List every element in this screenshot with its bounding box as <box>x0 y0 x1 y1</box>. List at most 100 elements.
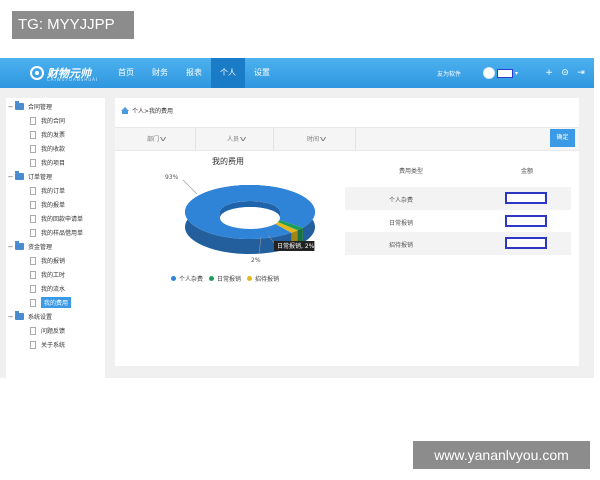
legend-item[interactable]: 招待报销 <box>247 274 279 283</box>
collapse-icon[interactable]: − <box>6 173 15 181</box>
legend-label: 个人杂费 <box>179 276 204 283</box>
tree-item[interactable]: 我的样品借用单 <box>6 227 105 238</box>
tree-item[interactable]: 关于系统 <box>6 339 105 350</box>
cell-expense-type: 日常报销 <box>389 220 414 227</box>
legend-label: 日常报销 <box>217 276 242 283</box>
file-icon <box>30 270 36 279</box>
file-icon <box>30 116 36 125</box>
table-row: 招待报销 <box>345 232 571 255</box>
tree-item-label: 我的样品借用单 <box>41 230 84 237</box>
expense-donut-chart: 93% 日常报销, 2% 2% <box>165 174 315 264</box>
legend-dot <box>209 276 215 281</box>
tree-group-label: 合同管理 <box>28 104 53 111</box>
legend-item[interactable]: 个人杂费 <box>171 274 203 283</box>
tree-group-label: 系统设置 <box>28 314 53 321</box>
avatar[interactable] <box>482 67 495 79</box>
tree-item-label: 我的报单 <box>41 202 66 209</box>
tree-item[interactable]: 我的回款申请单 <box>6 213 105 224</box>
tree-item-label: 我的回款申请单 <box>41 216 84 223</box>
tree-item[interactable]: 我的报销 <box>6 255 105 266</box>
tree-item[interactable]: 我的项目 <box>6 157 105 168</box>
user-name-box[interactable] <box>496 68 513 78</box>
logout-icon[interactable]: ⇥ <box>576 68 586 78</box>
legend-item[interactable]: 日常报销 <box>209 274 241 283</box>
slice-label: 2% <box>251 257 261 264</box>
folder-icon <box>15 101 24 110</box>
divider <box>273 128 274 150</box>
tree-item[interactable]: 我的收款 <box>6 143 105 154</box>
department-filter[interactable]: 部门 v <box>147 134 166 144</box>
watermark-tag-bottom: www.yananlvyou.com <box>413 441 590 469</box>
plus-icon[interactable]: + <box>544 68 554 78</box>
tree-item[interactable]: 问题反馈 <box>6 325 105 336</box>
amount-box <box>505 192 547 204</box>
tree-group-funds[interactable]: − 资金管理 <box>6 241 105 252</box>
cell-expense-type: 招待报销 <box>389 242 414 249</box>
tree-item[interactable]: 我的订单 <box>6 185 105 196</box>
amount-box <box>505 215 547 227</box>
nav-settings[interactable]: 设置 <box>245 58 279 88</box>
legend-label: 招待报销 <box>255 276 280 283</box>
lock-icon[interactable]: ⊝ <box>560 68 570 78</box>
tree-group-label: 订单管理 <box>28 174 53 181</box>
file-icon <box>30 228 36 237</box>
tree-item-label: 我的发票 <box>41 132 66 139</box>
tree-item[interactable]: 我的合同 <box>6 115 105 126</box>
tree-item[interactable]: 我的报单 <box>6 199 105 210</box>
cell-expense-type: 个人杂费 <box>389 197 414 204</box>
breadcrumb-text: 个人>我的费用 <box>132 108 174 115</box>
legend-dot <box>171 276 176 281</box>
nav-home[interactable]: 首页 <box>109 58 143 88</box>
legend-dot <box>247 276 253 281</box>
table-row: 个人杂费 <box>345 187 571 210</box>
chevron-down-icon: v <box>319 134 327 143</box>
divider <box>195 128 196 150</box>
nav-personal[interactable]: 个人 <box>211 58 245 88</box>
slice-label: 93% <box>165 174 179 181</box>
tree-group-system[interactable]: − 系统设置 <box>6 311 105 322</box>
tree-item[interactable]: 我的发票 <box>6 129 105 140</box>
collapse-icon[interactable]: − <box>6 243 15 251</box>
divider <box>355 128 356 150</box>
tree-group-orders[interactable]: − 订单管理 <box>6 171 105 182</box>
file-icon <box>30 130 36 139</box>
nav-finance[interactable]: 财务 <box>143 58 177 88</box>
nav-reports[interactable]: 报表 <box>177 58 211 88</box>
folder-icon <box>15 311 24 320</box>
time-filter[interactable]: 时间 v <box>307 134 327 144</box>
tree-item-label: 问题反馈 <box>41 328 66 335</box>
chevron-down-icon: v <box>239 134 247 143</box>
slice-label: 日常报销, 2% <box>277 242 315 250</box>
file-icon <box>30 284 36 293</box>
column-header-amount: 金额 <box>521 168 534 175</box>
watermark-tag-top: TG: MYYJJPP <box>12 11 134 39</box>
sidebar-tree: − 合同管理 我的合同 我的发票 我的收款 我的项目 − 订单管理 我的订单 我… <box>6 98 105 378</box>
breadcrumb: 个人>我的费用 <box>121 106 173 115</box>
friend-software-link[interactable]: 友为软件 <box>437 69 461 78</box>
tree-item-label: 我的费用 <box>41 297 72 308</box>
collapse-icon[interactable]: − <box>6 103 15 111</box>
logo-subtitle: CAIWUYUANSHUAI <box>47 77 99 82</box>
file-icon <box>30 214 36 223</box>
tree-item-label: 我的合同 <box>41 118 66 125</box>
amount-box <box>505 237 547 249</box>
tree-item-label: 我的流水 <box>41 286 66 293</box>
tree-item[interactable]: 我的工时 <box>6 269 105 280</box>
file-icon <box>30 144 36 153</box>
tree-item-my-expenses[interactable]: 我的费用 <box>6 297 105 308</box>
file-icon <box>30 158 36 167</box>
person-filter[interactable]: 人员 v <box>227 134 247 144</box>
tree-item-label: 我的工时 <box>41 272 66 279</box>
file-icon <box>30 256 36 265</box>
home-icon[interactable] <box>121 107 129 114</box>
chevron-down-icon[interactable]: ▾ <box>515 70 518 77</box>
tree-item-label: 我的项目 <box>41 160 66 167</box>
column-header-type: 费用类型 <box>399 168 424 175</box>
logo-icon <box>30 66 44 80</box>
tree-item-label: 我的报销 <box>41 258 66 265</box>
tree-item-label: 关于系统 <box>41 342 66 349</box>
collapse-icon[interactable]: − <box>6 313 15 321</box>
tree-item[interactable]: 我的流水 <box>6 283 105 294</box>
tree-group-contract[interactable]: − 合同管理 <box>6 101 105 112</box>
confirm-button[interactable]: 确定 <box>550 129 575 147</box>
